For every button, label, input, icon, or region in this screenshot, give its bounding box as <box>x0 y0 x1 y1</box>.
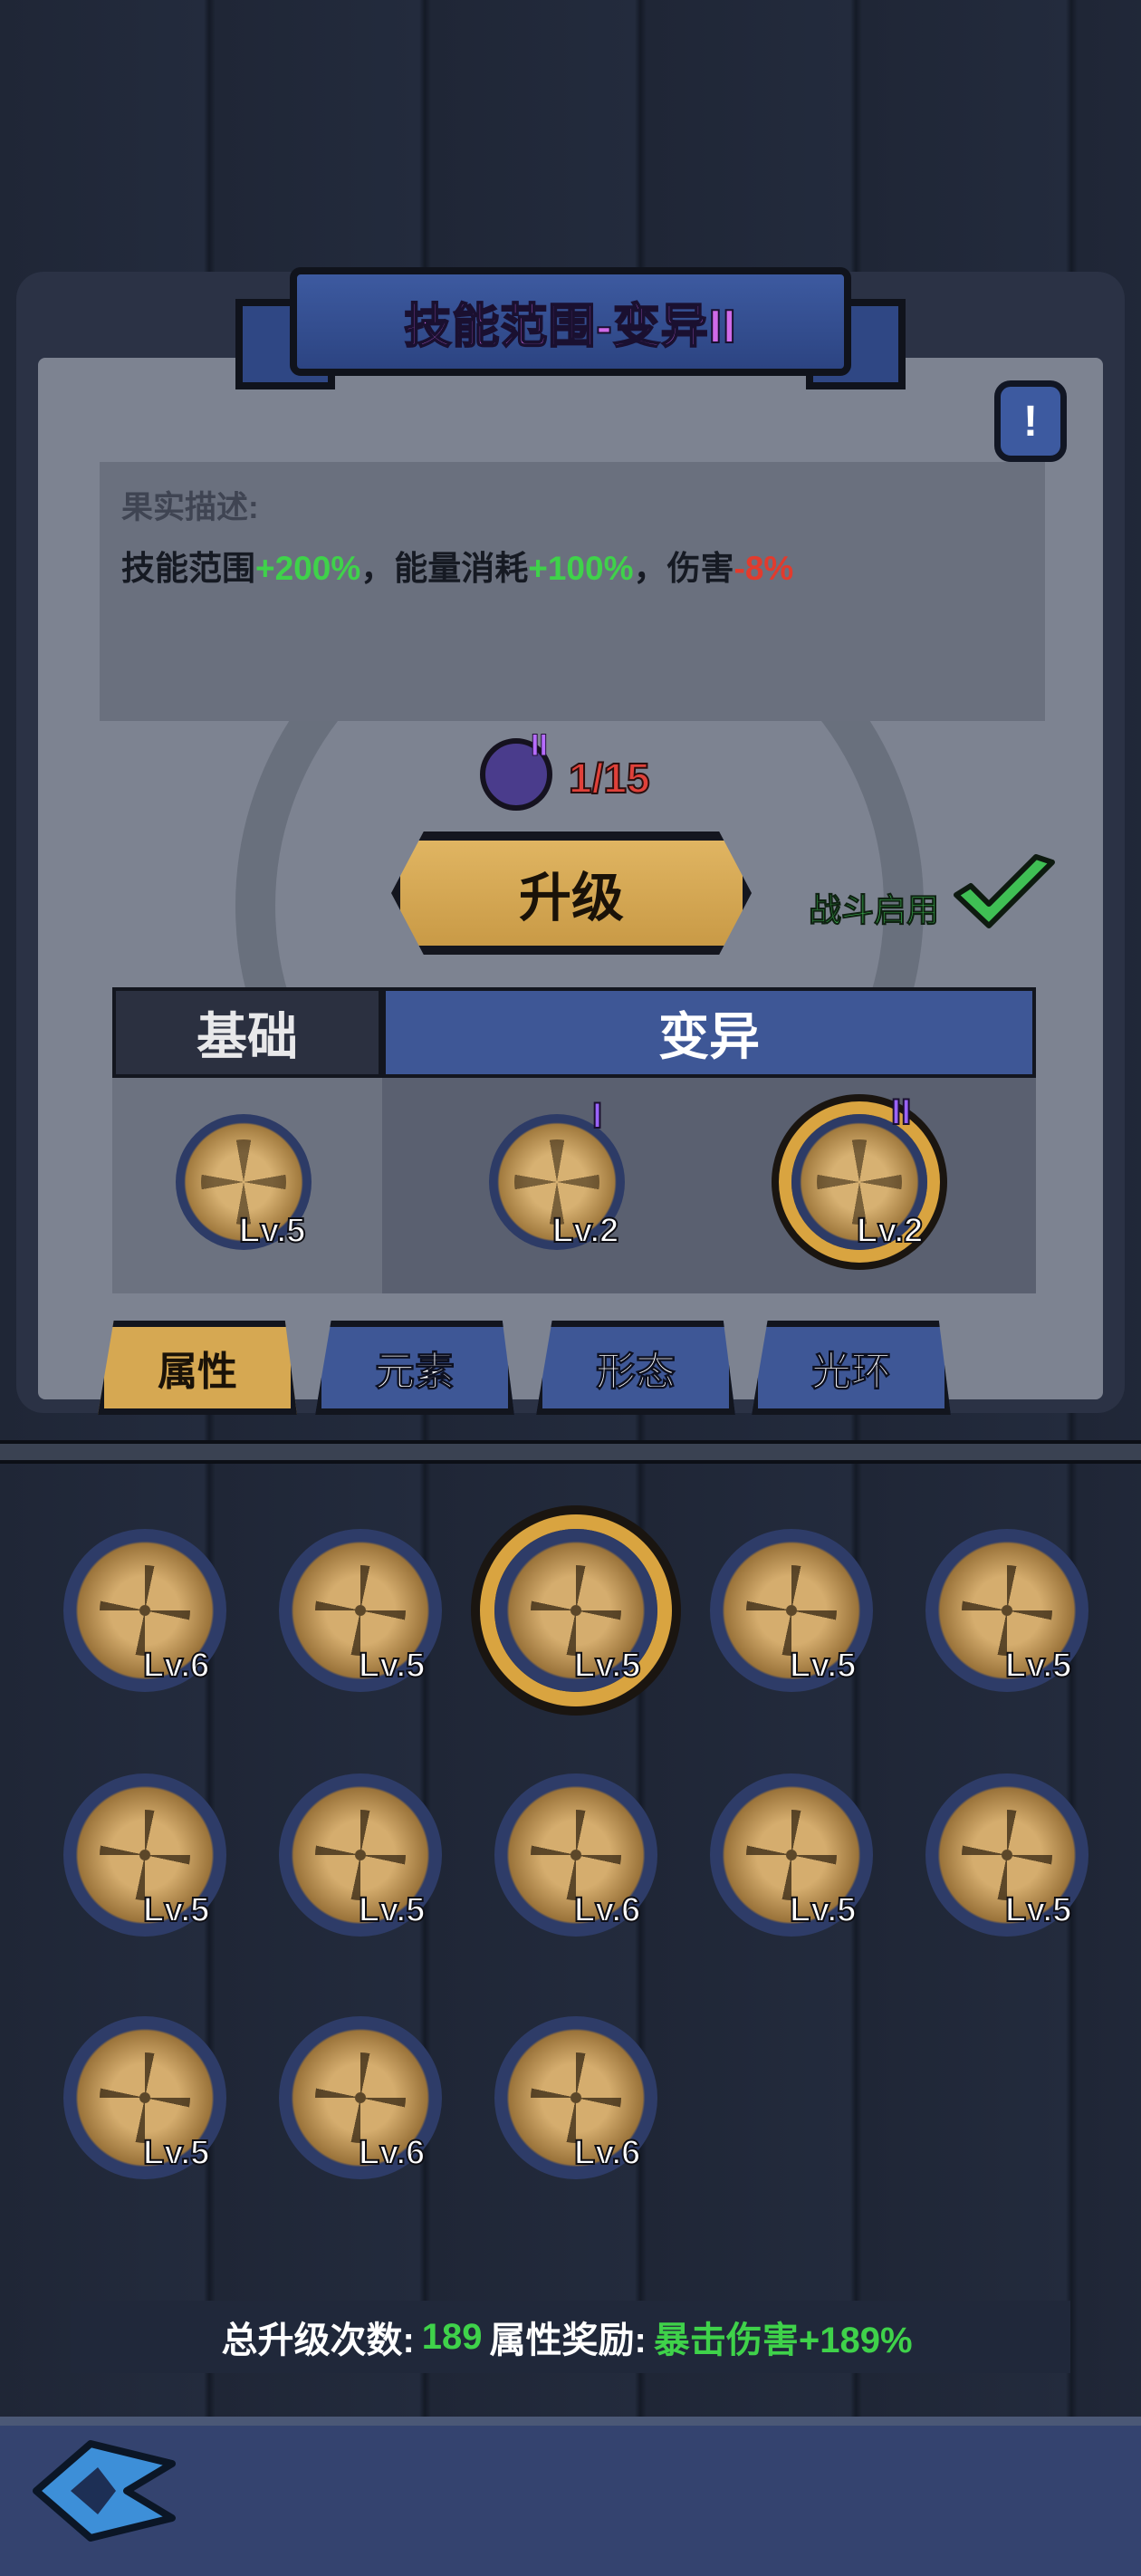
back-button[interactable] <box>27 2437 181 2545</box>
arrows-up-icon <box>100 1565 190 1656</box>
battle-enable-label: 战斗启用 <box>808 891 940 929</box>
popup-title: 技能范围-变异II <box>403 300 737 354</box>
attribute-bonus-value: 暴击伤害+189% <box>653 2321 913 2360</box>
summary-bar: 总升级次数: 189 属性奖励: 暴击伤害+189% <box>71 2301 1070 2373</box>
broken-heart-icon <box>315 1810 406 1900</box>
section-divider <box>0 1440 1141 1464</box>
skill-level: Lv.5 <box>789 1646 857 1686</box>
desc-part-bad: -8% <box>734 550 794 587</box>
title-ribbon: 技能范围-变异II <box>290 267 851 376</box>
tab-auras[interactable]: 光环 <box>752 1321 951 1415</box>
skill-level: Lv.5 <box>789 1890 857 1930</box>
variant-rank: II <box>890 1091 912 1133</box>
tab-mutation[interactable]: 变异 <box>382 987 1036 1078</box>
variant-tabs: 基础 变异 <box>112 987 1036 1078</box>
swirl-box-icon <box>315 1565 406 1656</box>
info-button[interactable]: ! <box>994 380 1067 462</box>
fruit-rank-badge: II <box>531 728 549 764</box>
tab-elements[interactable]: 元素 <box>315 1321 514 1415</box>
skill-level: Lv.5 <box>1004 1646 1072 1686</box>
description-box: 果实描述: 技能范围+200%，能量消耗+100%，伤害-8% <box>100 462 1045 721</box>
total-upgrades-label: 总升级次数: <box>221 2321 415 2360</box>
description-label: 果实描述: <box>121 490 259 525</box>
skill-level: Lv.5 <box>142 2133 210 2173</box>
shatter-icon <box>315 2052 406 2143</box>
skill-level: Lv.5 <box>358 1646 426 1686</box>
skill-level: Lv.5 <box>142 1890 210 1930</box>
variant-level: Lv.2 <box>856 1211 924 1251</box>
tab-base[interactable]: 基础 <box>112 987 382 1078</box>
variant-level: Lv.5 <box>238 1211 306 1251</box>
desc-part: ，能量消耗 <box>360 550 529 587</box>
skill-level: Lv.6 <box>573 2133 641 2173</box>
lightning-icon <box>531 2052 621 2143</box>
skill-level: Lv.5 <box>1004 1890 1072 1930</box>
fruit-count: 1/15 <box>568 754 651 803</box>
variant-rank: I <box>591 1095 603 1137</box>
spiral-jar-icon <box>746 1565 837 1656</box>
beam-fan-icon <box>962 1810 1052 1900</box>
tab-forms[interactable]: 形态 <box>536 1321 735 1415</box>
attribute-bonus-label: 属性奖励: <box>489 2321 647 2360</box>
variant-level: Lv.2 <box>551 1211 619 1251</box>
skill-level: Lv.5 <box>573 1646 641 1686</box>
description-text: 技能范围+200%，能量消耗+100%，伤害-8% <box>121 541 1023 590</box>
mutation-slot-area <box>382 1078 1036 1293</box>
impact-ring-icon <box>100 1810 190 1900</box>
heart-plus-icon <box>531 1810 621 1900</box>
total-upgrades-value: 189 <box>421 2316 483 2357</box>
skill-level: Lv.5 <box>358 1890 426 1930</box>
skill-level: Lv.6 <box>142 1646 210 1686</box>
checkmark-icon[interactable] <box>949 853 1058 935</box>
burst-icon <box>100 2052 190 2143</box>
upgrade-button[interactable]: 升级 <box>391 831 752 955</box>
skill-level: Lv.6 <box>358 2133 426 2173</box>
info-icon: ! <box>1023 397 1038 446</box>
rising-wave-icon <box>746 1810 837 1900</box>
chevrons-right-icon <box>962 1565 1052 1656</box>
desc-part-good: +200% <box>255 550 361 587</box>
expand-arrows-icon <box>531 1565 621 1656</box>
desc-part: 技能范围 <box>121 550 255 587</box>
tab-attributes[interactable]: 属性 <box>98 1321 297 1415</box>
desc-part: ，伤害 <box>633 550 734 587</box>
desc-part-good: +100% <box>528 550 634 587</box>
variant-slots: Lv.5 I Lv.2 II Lv.2 <box>112 1078 1036 1293</box>
skill-level: Lv.6 <box>573 1890 641 1930</box>
